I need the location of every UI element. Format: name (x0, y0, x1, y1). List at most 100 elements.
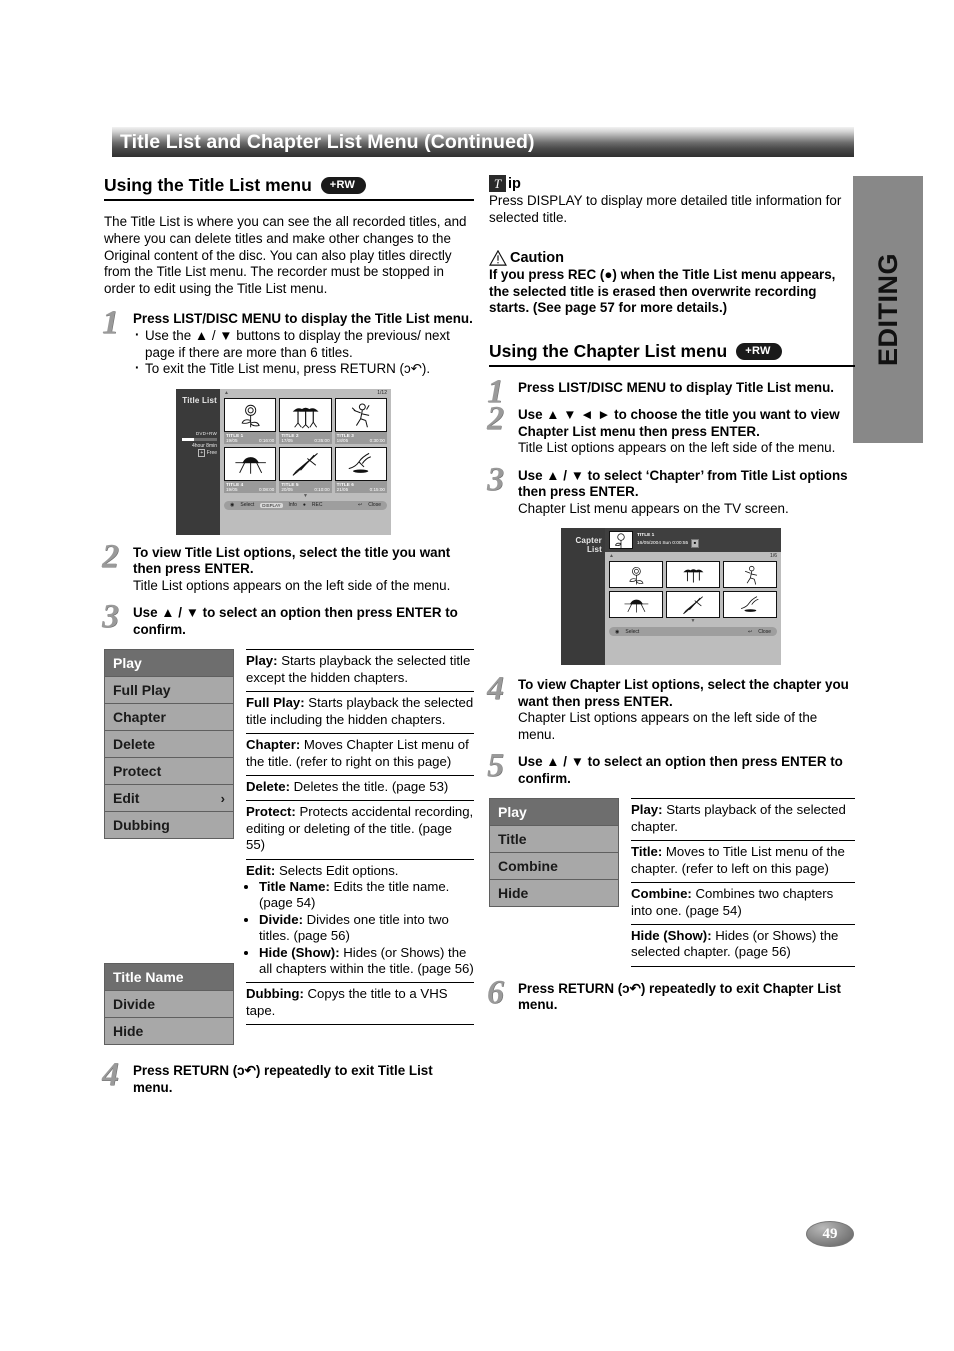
description-play: Play: Starts playback the selected title… (246, 649, 474, 691)
chapter-cell[interactable] (609, 561, 663, 589)
list-item: Use the ▲ / ▼ buttons to display the pre… (133, 327, 474, 361)
description-full-play: Full Play: Starts playback the selected … (246, 691, 474, 733)
option-dubbing[interactable]: Dubbing (105, 812, 233, 839)
title-list-description-column: Play: Starts playback the selected title… (246, 649, 474, 1026)
tip-title: T ip (489, 175, 855, 192)
option-title[interactable]: Title (490, 826, 618, 854)
title-list-tv-screen: Title List DVD+RW 4hour 8min + Free ▲ 1/… (176, 388, 391, 535)
description-protect: Protect: Protects accidental recording, … (246, 800, 474, 858)
chapter-cell[interactable] (723, 591, 777, 619)
title-meta: TITLE 6 21/05 0:15:00 (334, 480, 387, 493)
chapter-step-3: 3 Use ▲ / ▼ to select ‘Chapter’ from Tit… (487, 462, 855, 518)
car-thumbnail (609, 591, 663, 619)
scroll-up-icon[interactable]: ▲ (609, 553, 614, 559)
title-cell[interactable]: TITLE 6 21/05 0:15:00 (334, 446, 387, 493)
option-protect[interactable]: Protect (105, 758, 233, 786)
free-space-label: + Free (198, 448, 217, 457)
option-divide[interactable]: Divide (105, 991, 233, 1019)
description-term: Delete: (246, 778, 290, 794)
step-number: 2 (102, 537, 119, 575)
list-item: Divide: Divides one title into two title… (259, 912, 474, 945)
step-heading: Use ▲ / ▼ to select an option then press… (133, 605, 458, 637)
description-term: Play: (631, 802, 663, 818)
section-side-tab: EDITING (853, 176, 923, 443)
option-play[interactable]: Play (490, 799, 618, 827)
title-list-intro: The Title List is where you can see the … (104, 214, 467, 297)
option-hide[interactable]: Hide (490, 880, 618, 907)
title-duration: 0:30:00 (369, 437, 385, 443)
chapter-cell[interactable] (723, 561, 777, 589)
bird-thumbnail (723, 591, 777, 619)
page-number: 49 (822, 1225, 838, 1242)
description-term: Dubbing: (246, 986, 304, 1002)
tv-side-panel: Capter List (561, 528, 605, 666)
option-full-play[interactable]: Full Play (105, 677, 233, 705)
option-delete[interactable]: Delete (105, 731, 233, 759)
tv-main-panel: ▲ 1/12 TITLE 1 19/05 0:16:00 TITLE 2 17/… (220, 388, 391, 535)
tip-box: T ip Press DISPLAY to display more detai… (489, 175, 855, 226)
step-4: 4 Press RETURN (ɔ↶) repeatedly to exit T… (102, 1058, 474, 1096)
title-list-options-table: Play Full Play Chapter Delete Protect Ed… (104, 649, 474, 1046)
select-icon: ◉ (230, 502, 235, 509)
caution-box: Caution If you press REC (●) when the Ti… (489, 250, 855, 317)
scroll-down-icon[interactable]: ▼ (605, 618, 781, 625)
chapter-list-options-table: Play Title Combine Hide Play: Starts pla… (489, 798, 855, 967)
description-term: Edit: (246, 862, 276, 878)
step-2: 2 To view Title List options, select the… (102, 539, 474, 595)
step-number: 3 (487, 460, 504, 498)
chapter-step-6: 6 Press RETURN (ɔ↶) repeatedly to exit C… (487, 975, 855, 1014)
chapter-cell[interactable] (666, 591, 720, 619)
step-number: 6 (487, 973, 504, 1011)
chapter-title-info: TITLE 1 16/05/2004 Sun 0:00:55 ■ (637, 533, 699, 548)
section-heading-text: Using the Title List menu (104, 175, 312, 195)
title-meta: TITLE 1 19/05 0:16:00 (224, 431, 277, 444)
caution-label: Caution (510, 250, 564, 267)
title-date: 19/05 (226, 486, 238, 492)
title-date: 19/05 (226, 437, 238, 443)
chapter-step-4: 4 To view Chapter List options, select t… (487, 672, 855, 743)
title-cell[interactable]: TITLE 4 19/05 0:08:00 (224, 446, 277, 493)
option-hide[interactable]: Hide (105, 1018, 233, 1045)
option-combine[interactable]: Combine (490, 853, 618, 881)
step-number: 2 (487, 400, 504, 438)
step-1-bullets: Use the ▲ / ▼ buttons to display the pre… (133, 327, 474, 378)
option-edit[interactable]: Edit › (105, 785, 233, 813)
option-play[interactable]: Play (105, 650, 233, 678)
rose-thumbnail (609, 531, 633, 550)
tv-bottom-bar: ◉ Select DISPLAY Info ● REC ↩ Close (224, 500, 387, 510)
caution-title: Caution (489, 250, 855, 266)
tip-text: Press DISPLAY to display more detailed t… (489, 193, 842, 225)
option-title-name[interactable]: Title Name (105, 964, 233, 992)
tv-top-row: ▲ 1/12 (220, 389, 391, 398)
description-title: Title: Moves to Title List menu of the c… (631, 840, 855, 882)
description-term: Title: (631, 844, 663, 860)
tv-bottom-bar: ◉ Select ↩ Close (609, 627, 777, 637)
chapter-cell[interactable] (609, 591, 663, 619)
chapter-list-tv-screen: Capter List TITLE 1 16/05/2004 Sun 0:00:… (561, 528, 781, 666)
title-cell[interactable]: TITLE 1 19/05 0:16:00 (224, 397, 277, 444)
tv-main-panel: TITLE 1 16/05/2004 Sun 0:00:55 ■ ▲ 1/6 ▼… (605, 528, 781, 666)
title-cell[interactable]: TITLE 3 18/05 0:30:00 (334, 397, 387, 444)
page-indicator: 1/6 (770, 553, 777, 560)
description-chapter: Chapter: Moves Chapter List menu of the … (246, 733, 474, 775)
title-cell[interactable]: TITLE 5 20/05 0:10:00 (279, 446, 332, 493)
scroll-up-icon[interactable]: ▲ (224, 390, 229, 396)
description-text: Deletes the title. (page 53) (289, 778, 449, 794)
chapter-list-option-menu: Play Title Combine Hide (489, 798, 619, 908)
description-edit: Edit: Selects Edit options. Title Name: … (246, 858, 474, 983)
plus-rw-badge: +RW (736, 343, 782, 360)
chapter-step-2: 2 Use ▲ ▼ ◄ ► to choose the title you wa… (487, 402, 855, 457)
close-label: Close (368, 502, 381, 509)
scroll-down-icon[interactable]: ▼ (220, 493, 391, 499)
description-text: Starts playback the selected title excep… (246, 653, 471, 685)
car-thumbnail (224, 446, 277, 481)
select-label: Select (625, 628, 640, 635)
rose-thumbnail (609, 561, 663, 589)
chapter-cell[interactable] (666, 561, 720, 589)
title-cell[interactable]: TITLE 2 17/05 0:35:00 (279, 397, 332, 444)
option-chapter[interactable]: Chapter (105, 704, 233, 732)
chapter-list-description-column: Play: Starts playback of the selected ch… (631, 798, 855, 967)
step-number: 3 (102, 598, 119, 636)
tv-top-row: ▲ 1/6 (605, 552, 781, 561)
description-play: Play: Starts playback of the selected ch… (631, 798, 855, 840)
